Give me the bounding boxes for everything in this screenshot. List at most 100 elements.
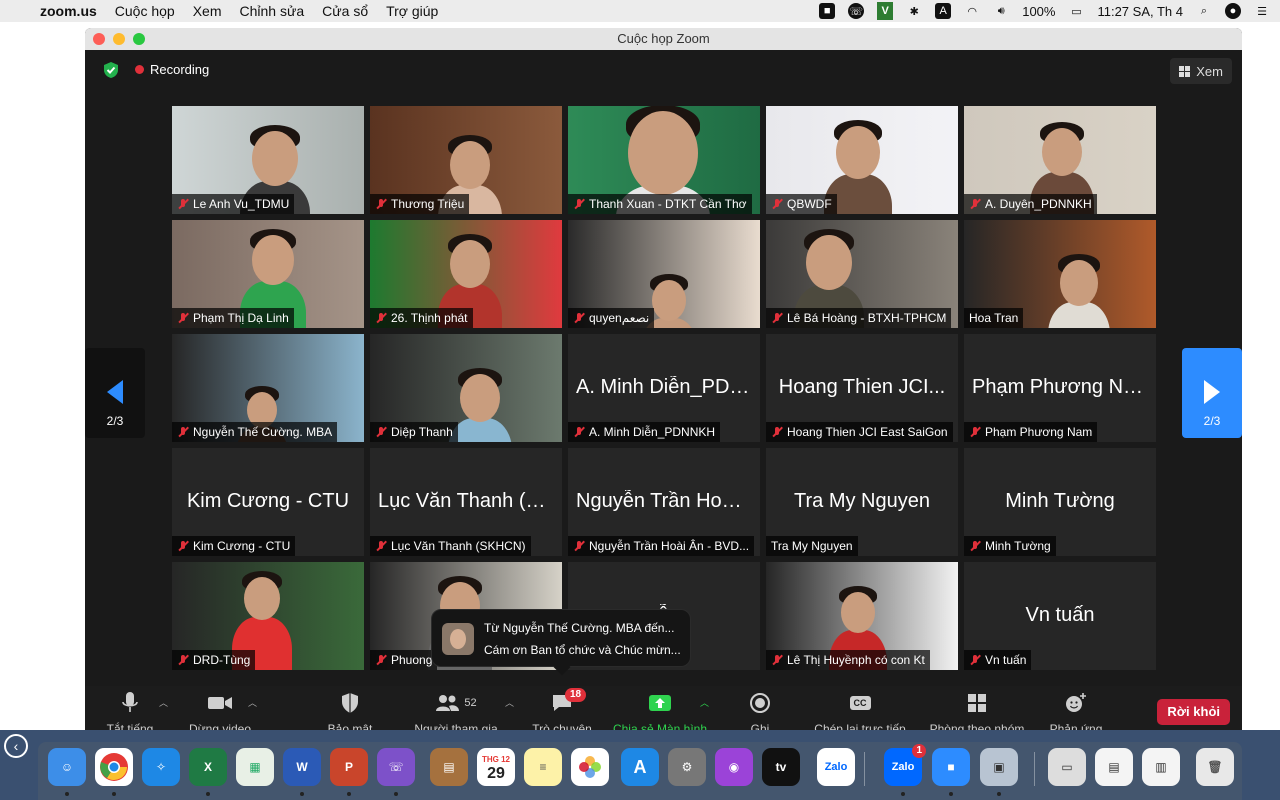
word-icon[interactable]: W [283,748,321,786]
muted-microphone-icon [969,426,981,438]
participants-caret-icon[interactable]: ︿ [505,696,514,709]
participant-tile[interactable]: Phạm Thị Dạ Linh [172,220,364,328]
participant-tile[interactable]: Nguyễn Trần Hoài... Nguyễn Trần Hoài Ân -… [568,448,760,556]
menu-item-edit[interactable]: Chỉnh sửa [240,3,305,19]
participant-name: A. Minh Diễn_PDNNKH [589,425,716,439]
menu-item-meeting[interactable]: Cuộc họp [115,3,175,19]
participant-tile[interactable]: Hoang Thien JCI... Hoang Thien JCI East S… [766,334,958,442]
notes-icon[interactable]: ≡ [524,748,562,786]
participant-tile[interactable]: Thanh Xuan - DTKT Cần Thơ [568,106,760,214]
recent-window-thumbnail-2[interactable]: ▤ [1095,748,1133,786]
participant-tile[interactable]: 26. Thịnh phát [370,220,562,328]
share-options-caret-icon[interactable]: ︿ [700,696,709,709]
video-options-caret-icon[interactable]: ︿ [248,696,257,709]
view-button[interactable]: Xem [1170,58,1232,84]
next-page-button[interactable]: 2/3 [1182,348,1242,438]
participant-tile[interactable]: quyenنصعم [568,220,760,328]
photos-icon[interactable] [571,748,609,786]
clock[interactable]: 11:27 SA, Th 4 [1097,4,1183,19]
zoom-camera-tray-icon[interactable]: ■ [819,3,836,19]
previous-page-button[interactable]: 2/3 [85,348,145,438]
input-source-icon[interactable]: A [935,3,952,19]
shield-check-icon[interactable] [101,60,121,80]
zoom-meeting-window: Cuộc họp Zoom Recording Xem 2/3 2/3 Le A… [85,28,1242,740]
preview-icon[interactable]: ▦ [236,748,274,786]
v-tray-icon[interactable]: V [877,2,894,20]
notification-message: Cám ơn Ban tổ chức và Chúc mừn... [484,643,681,657]
participant-tile[interactable]: Phạm Phương Nam Phạm Phương Nam [964,334,1156,442]
participant-name: Phuong [391,653,433,667]
zalo-app-label: Zalo [824,761,848,773]
finder-icon[interactable]: ☺ [48,748,86,786]
fullscreen-window-button[interactable] [133,33,145,45]
notification-center-icon[interactable]: ☰ [1254,3,1270,19]
menu-app-name[interactable]: zoom.us [40,3,97,19]
zalo-running-icon[interactable]: Zalo 1 [884,744,926,786]
menu-item-view[interactable]: Xem [193,3,222,19]
recent-window-thumbnail-3[interactable]: ▥ [1142,748,1180,786]
chat-notification[interactable]: Từ Nguyễn Thế Cường. MBA đến... Cám ơn B… [431,609,691,676]
recording-indicator[interactable]: Recording [135,62,209,77]
leave-meeting-button[interactable]: Rời khỏi [1157,699,1230,725]
recent-window-thumbnail-1[interactable]: ▭ [1048,748,1086,786]
minimize-window-button[interactable] [113,33,125,45]
participant-tile[interactable]: Hoa Tran [964,220,1156,328]
participant-display-name: Minh Tường [1005,490,1115,512]
system-preferences-icon[interactable]: ⚙ [668,748,706,786]
participant-tile[interactable]: A. Minh Diễn_PDN... A. Minh Diễn_PDNNKH [568,334,760,442]
calendar-icon[interactable]: THG 12 29 [477,748,515,786]
sender-avatar [442,623,474,655]
user-avatar-icon[interactable]: ● [1225,3,1241,19]
safari-icon[interactable]: ✧ [142,748,180,786]
participant-name-tag: Kim Cương - CTU [172,536,296,556]
participant-tile[interactable]: Vn tuấn Vn tuấn [964,562,1156,670]
trash-icon[interactable]: 🗑︎ [1196,748,1234,786]
chat-unread-badge: 18 [565,688,587,702]
participant-tile[interactable]: Lục Văn Thanh (S... Lục Văn Thanh (SKHCN) [370,448,562,556]
participant-tile[interactable]: Minh Tường Minh Tường [964,448,1156,556]
zalo-icon[interactable]: Zalo [817,748,855,786]
participant-display-name: Hoang Thien JCI... [778,376,946,398]
app-store-icon[interactable]: A [621,748,659,786]
participant-tile[interactable]: QBWDF [766,106,958,214]
close-window-button[interactable] [93,33,105,45]
contacts-icon[interactable]: ▤ [430,748,468,786]
muted-microphone-icon [177,426,189,438]
menu-item-help[interactable]: Trợ giúp [386,3,438,19]
chrome-icon[interactable] [95,748,133,786]
bluetooth-icon[interactable]: ✱ [906,3,922,19]
spotlight-search-icon[interactable]: ⌕ [1196,3,1212,19]
participant-tile[interactable]: DRD-Tùng [172,562,364,670]
participant-tile[interactable]: Diệp Thanh [370,334,562,442]
participant-tile[interactable]: Kim Cương - CTU Kim Cương - CTU [172,448,364,556]
participant-tile[interactable]: Lê Thị Huyềnph có con Kt [766,562,958,670]
microphone-icon [122,692,138,712]
participant-tile[interactable]: Tra My Nguyen Tra My Nguyen [766,448,958,556]
participant-tile[interactable]: Nguyễn Thế Cường. MBA [172,334,364,442]
participant-display-name: Phạm Phương Nam [972,376,1151,398]
wifi-icon[interactable]: ◠ [964,3,980,19]
apple-tv-icon[interactable]: tv [762,748,800,786]
recording-label: Recording [150,62,210,77]
participant-tile[interactable]: Thương Triệu [370,106,562,214]
audio-options-caret-icon[interactable]: ︿ [159,696,168,709]
viber-tray-icon[interactable]: ☏ [848,3,865,19]
muted-microphone-icon [771,426,783,438]
battery-icon[interactable]: ▭ [1068,3,1084,19]
participant-tile[interactable]: A. Duyên_PDNNKH [964,106,1156,214]
powerpoint-icon[interactable]: P [330,748,368,786]
zoom-app-icon[interactable]: ■ [932,748,970,786]
excel-icon[interactable]: X [189,748,227,786]
back-arrow-icon[interactable]: ‹ [4,734,28,758]
participant-tile[interactable]: Le Anh Vu_TDMU [172,106,364,214]
participant-name-tag: Thương Triệu [370,194,470,214]
participant-tile[interactable]: Lê Bá Hoàng - BTXH-TPHCM [766,220,958,328]
participant-name: Phạm Phương Nam [985,425,1093,439]
viber-icon[interactable]: ☏ [377,748,415,786]
muted-microphone-icon [573,426,585,438]
podcasts-icon[interactable]: ◉ [715,748,753,786]
menu-item-window[interactable]: Cửa sổ [322,3,368,19]
image-capture-icon[interactable]: ▣ [980,748,1018,786]
volume-icon[interactable]: 🔊︎ [993,3,1009,19]
participant-name-tag: Hoang Thien JCI East SaiGon [766,422,953,442]
